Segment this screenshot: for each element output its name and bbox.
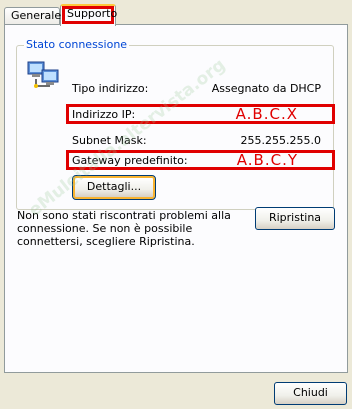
tab-support[interactable]: Supporto [60, 4, 118, 26]
tab-general[interactable]: Generale [4, 7, 62, 25]
gateway-value: A.B.C.Y [236, 151, 298, 169]
subnet-mask-label: Subnet Mask: [72, 134, 147, 147]
address-type-value: Assegnato da DHCP [211, 82, 321, 95]
repair-button[interactable]: Ripristina [255, 207, 335, 230]
subnet-mask-value: 255.255.255.0 [240, 134, 321, 147]
tab-panel: Stato connessione Tipo indirizzo: Assegn… [4, 24, 348, 373]
gateway-label: Gateway predefinito: [72, 154, 188, 167]
tab-general-label: Generale [11, 9, 62, 22]
close-button[interactable]: Chiudi [274, 382, 347, 405]
ip-address-label: Indirizzo IP: [72, 108, 136, 121]
network-connection-icon [27, 61, 59, 88]
group-title: Stato connessione [24, 38, 130, 51]
connection-status-group: Stato connessione Tipo indirizzo: Assegn… [16, 38, 335, 210]
details-button[interactable]: Dettagli... [72, 175, 156, 200]
tab-support-label: Supporto [67, 7, 118, 20]
status-message: Non sono stati riscontrati problemi alla… [17, 209, 231, 248]
address-type-label: Tipo indirizzo: [72, 82, 149, 95]
ip-address-value: A.B.C.X [235, 105, 298, 123]
